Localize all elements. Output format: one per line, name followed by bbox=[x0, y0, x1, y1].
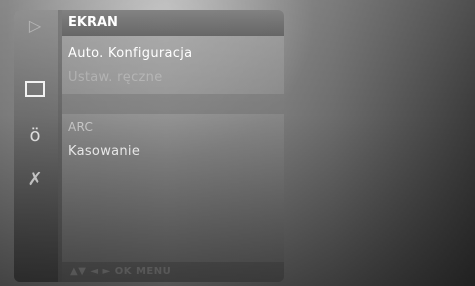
sidebar: ▷ ö ✗ bbox=[14, 10, 58, 282]
options-icon[interactable]: ✗ bbox=[25, 170, 45, 190]
menu-item-auto-config[interactable]: Auto. Konfiguracja bbox=[68, 46, 192, 61]
menu-title: EKRAN bbox=[62, 10, 284, 36]
picture-icon[interactable] bbox=[25, 79, 45, 99]
menu-panel: EKRAN Auto. Konfiguracja Ustaw. ręczne A… bbox=[62, 10, 284, 282]
audio-speaker-icon[interactable]: ö bbox=[25, 126, 45, 146]
menu-item-manual-settings[interactable]: Ustaw. ręczne bbox=[68, 70, 163, 85]
tv-screen: ▷ ö ✗ EKRAN Auto. Konfiguracja Ustaw. rę… bbox=[0, 0, 475, 286]
menu-item-reset[interactable]: Kasowanie bbox=[68, 144, 140, 159]
section-divider bbox=[62, 94, 284, 114]
osd-menu: ▷ ö ✗ EKRAN Auto. Konfiguracja Ustaw. rę… bbox=[14, 10, 284, 282]
navigation-hint: ▲▼ ◄ ► OK MENU bbox=[62, 262, 284, 282]
menu-item-arc[interactable]: ARC bbox=[68, 120, 93, 134]
arrow-icon: ▷ bbox=[28, 16, 42, 35]
